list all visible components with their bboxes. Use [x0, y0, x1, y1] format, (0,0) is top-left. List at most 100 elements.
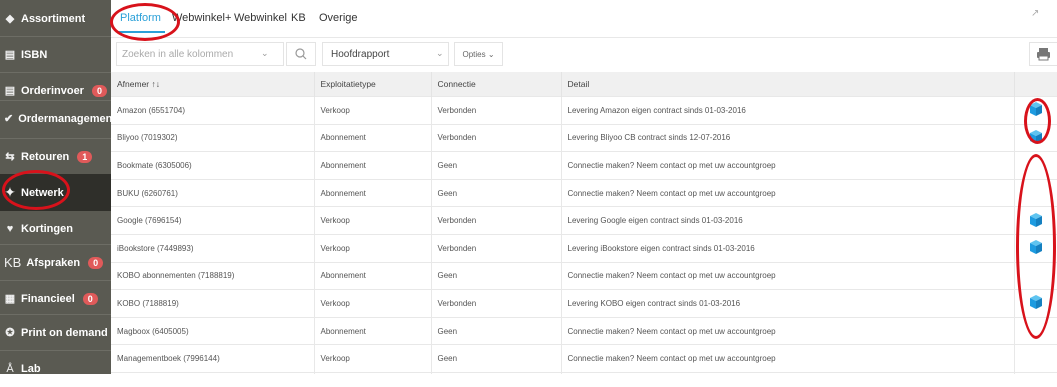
cube-cell [1014, 96, 1057, 125]
table-row[interactable]: Managementboek (7996144) Verkoop Geen Conne… [111, 344, 1057, 373]
sidebar-item-label: Netwerk [21, 186, 64, 199]
network-table: Afnemer ↑↓ Exploitatietype Connectie Det… [111, 72, 1057, 374]
tab-platform[interactable]: Platform [120, 12, 161, 24]
cube-icon[interactable] [1029, 295, 1042, 310]
chevron-down-icon[interactable]: ⌄ [261, 48, 269, 59]
detail-cell: Levering iBookstore eigen contract sinds… [561, 233, 1015, 263]
pin-icon: ✪ [5, 327, 15, 339]
tab-overige[interactable]: Overige [319, 12, 358, 24]
sidebar-item-label: Print on demand [21, 326, 108, 339]
afnemer-cell: Bliyoo (7019302) [111, 123, 315, 152]
print-button[interactable] [1029, 42, 1057, 66]
exploitatietype-cell: Abonnement [314, 151, 432, 180]
connectie-cell: Verbonden [431, 123, 562, 152]
sidebar: ◆ Assortiment ▤ ISBN ▤ Orderinvoer 0 ✔ O… [0, 0, 116, 375]
cube-icon[interactable] [1029, 212, 1042, 227]
cube-cell [1014, 151, 1057, 180]
sidebar-item-isbn[interactable]: ▤ ISBN [0, 36, 111, 73]
active-tab-indicator [118, 31, 165, 33]
detail-cell: Connectie maken? Neem contact op met uw … [561, 261, 1015, 290]
afnemer-cell: Magboox (6405005) [111, 316, 315, 345]
tab-webwinkel-plus[interactable]: Webwinkel+ [172, 12, 231, 24]
exploitatietype-cell: Abonnement [314, 261, 432, 290]
table-row[interactable]: Amazon (6551704) Verkoop Verbonden Levering… [111, 96, 1057, 125]
report-select[interactable]: Hoofdrapport [322, 42, 449, 66]
exploitatietype-cell: Verkoop [314, 206, 432, 235]
column-header-actions [1014, 72, 1057, 97]
cube-cell [1014, 289, 1057, 318]
search-input[interactable]: Zoeken in alle kolommen [116, 42, 284, 66]
sidebar-item-label: Financieel [21, 292, 75, 305]
table-row[interactable]: KOBO (7188819) Verkoop Verbonden Levering K… [111, 289, 1057, 318]
network-icon: ✦ [4, 184, 16, 200]
afnemer-cell: iBookstore (7449893) [111, 233, 315, 263]
calculator-icon: ▦ [4, 293, 16, 305]
connectie-cell: Verbonden [431, 206, 562, 235]
sidebar-item-label: Kortingen [21, 222, 73, 235]
exploitatietype-cell: Verkoop [314, 233, 432, 263]
exploitatietype-cell: Abonnement [314, 316, 432, 345]
connectie-cell: Geen [431, 151, 562, 180]
connectie-cell: Geen [431, 344, 562, 373]
count-badge: 1 [77, 150, 93, 163]
sidebar-item-kortingen[interactable]: ♥ Kortingen [0, 210, 111, 247]
options-button[interactable]: Opties ⌄ [454, 42, 503, 66]
chevron-down-icon: ⌄ [487, 50, 495, 59]
cube-cell [1014, 316, 1057, 345]
sidebar-item-ordermanagement[interactable]: ✔ Ordermanagement [0, 100, 116, 137]
cube-icon[interactable] [1029, 102, 1042, 117]
tab-webwinkel[interactable]: Webwinkel [234, 12, 287, 24]
column-header-connectie[interactable]: Connectie [431, 72, 562, 97]
chevron-down-icon[interactable]: ⌄ [436, 48, 444, 59]
table-row[interactable]: Bookmate (6305006) Abonnement Geen Connecti… [111, 151, 1057, 180]
table-row[interactable]: BUKU (6260761) Abonnement Geen Connectie ma… [111, 178, 1057, 207]
table-row[interactable]: iBookstore (7449893) Verkoop Verbonden Leve… [111, 233, 1057, 263]
sidebar-item-afspraken[interactable]: KB Afspraken 0 [0, 244, 111, 281]
cube-icon[interactable] [1029, 240, 1042, 255]
column-header-detail[interactable]: Detail [561, 72, 1015, 97]
table-row[interactable]: Google (7696154) Verkoop Verbonden Levering… [111, 206, 1057, 235]
count-badge: 0 [82, 292, 98, 305]
exploitatietype-cell: Verkoop [314, 344, 432, 373]
sidebar-item-print-on-demand[interactable]: ✪ Print on demand [0, 314, 111, 351]
cube-cell [1014, 344, 1057, 373]
afnemer-cell: Google (7696154) [111, 206, 315, 235]
sidebar-item-lab[interactable]: Å Lab [0, 350, 111, 387]
sidebar-item-retouren[interactable]: ⇆ Retouren 1 [0, 138, 111, 175]
table-row[interactable]: KOBO abonnementen (7188819) Abonnement Gee… [111, 261, 1057, 290]
tab-kb[interactable]: KB [291, 12, 306, 24]
column-header-exploitatietype[interactable]: Exploitatietype [314, 72, 432, 97]
connectie-cell: Verbonden [431, 96, 562, 125]
search-button[interactable] [286, 42, 316, 66]
afnemer-cell: Bookmate (6305006) [111, 151, 315, 180]
tab-bar: Platform Webwinkel+ Webwinkel KB Overige [111, 0, 1057, 37]
cube-cell [1014, 261, 1057, 290]
exploitatietype-cell: Verkoop [314, 289, 432, 318]
barcode-icon: ▤ [4, 49, 16, 61]
detail-cell: Levering Bliyoo CB contract sinds 12-07-… [561, 123, 1015, 152]
sidebar-item-netwerk[interactable]: ✦ Netwerk [0, 174, 111, 211]
detail-cell: Connectie maken? Neem contact op met uw … [561, 178, 1015, 207]
sidebar-item-financieel[interactable]: ▦ Financieel 0 [0, 280, 111, 317]
afnemer-cell: BUKU (6260761) [111, 178, 315, 207]
detail-cell: Levering Amazon eigen contract sinds 01-… [561, 96, 1015, 125]
table-row[interactable]: Bliyoo (7019302) Abonnement Verbonden Lever… [111, 123, 1057, 152]
exploitatietype-cell: Verkoop [314, 96, 432, 125]
sidebar-item-label: Assortiment [21, 12, 86, 25]
kb-logo-icon: KB [4, 255, 22, 270]
connectie-cell: Geen [431, 316, 562, 345]
connectie-cell: Verbonden [431, 233, 562, 263]
toolbar: Zoeken in alle kolommen ⌄ Hoofdrapport ⌄… [111, 37, 1057, 71]
detail-cell: Levering Google eigen contract sinds 01-… [561, 206, 1015, 235]
expand-icon[interactable]: ↗ [1031, 8, 1039, 19]
cube-cell [1014, 123, 1057, 152]
table-row[interactable]: Magboox (6405005) Abonnement Geen Connectie… [111, 316, 1057, 345]
sidebar-item-label: Ordermanagement [18, 112, 117, 125]
cube-cell [1014, 206, 1057, 235]
sidebar-item-assortiment[interactable]: ◆ Assortiment [0, 0, 111, 37]
connectie-cell: Geen [431, 261, 562, 290]
column-header-afnemer[interactable]: Afnemer ↑↓ [111, 72, 315, 97]
connectie-cell: Verbonden [431, 289, 562, 318]
afnemer-cell: KOBO abonnementen (7188819) [111, 261, 315, 290]
cube-icon[interactable] [1029, 129, 1042, 144]
